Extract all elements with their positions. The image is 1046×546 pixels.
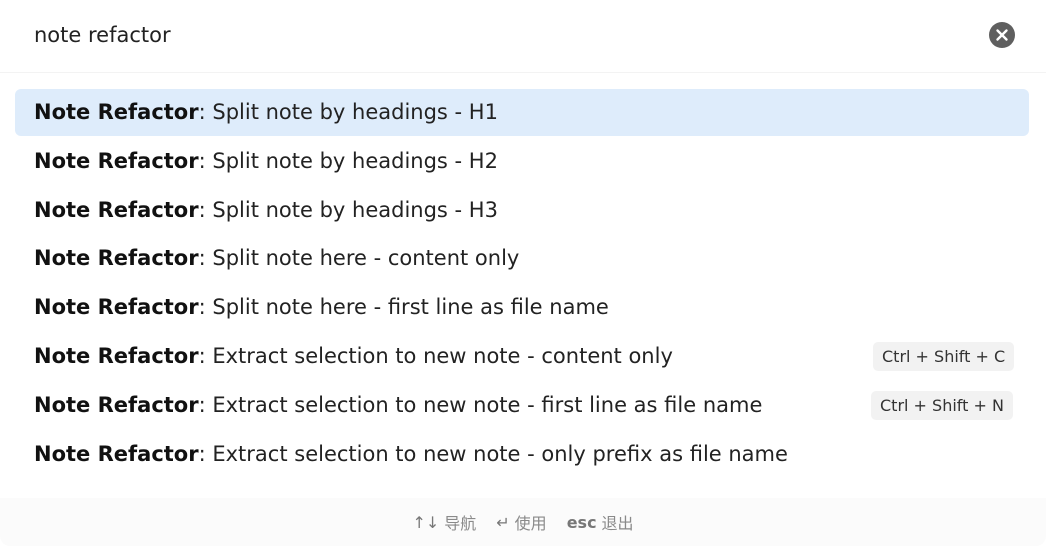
result-label: Extract selection to new note - content … — [212, 344, 673, 368]
result-separator: : — [198, 295, 213, 319]
result-separator: : — [198, 100, 213, 124]
result-separator: : — [198, 442, 213, 466]
result-separator: : — [198, 198, 213, 222]
result-text: Note Refactor: Split note by headings - … — [34, 138, 498, 185]
arrow-up-down-icon: ↑↓ — [412, 512, 440, 532]
result-text: Note Refactor: Extract selection to new … — [34, 382, 762, 429]
command-palette: Note Refactor: Split note by headings - … — [0, 0, 1046, 546]
result-separator: : — [198, 149, 213, 173]
result-prefix: Note Refactor — [34, 198, 199, 222]
result-separator: : — [198, 246, 213, 270]
result-prefix: Note Refactor — [34, 393, 199, 417]
hotkey-badge: Ctrl + Shift + N — [871, 391, 1013, 420]
result-prefix: Note Refactor — [34, 149, 199, 173]
close-icon — [996, 29, 1008, 41]
result-prefix: Note Refactor — [34, 295, 199, 319]
esc-key: esc — [566, 512, 597, 532]
use-hint: ↵ 使用 — [496, 510, 546, 534]
result-label: Split note by headings - H2 — [212, 149, 498, 173]
result-text: Note Refactor: Split note here - content… — [34, 235, 519, 282]
result-label: Extract selection to new note - only pre… — [212, 442, 788, 466]
search-divider — [0, 72, 1046, 73]
result-prefix: Note Refactor — [34, 442, 199, 466]
clear-search-button[interactable] — [989, 22, 1015, 48]
result-item[interactable]: Note Refactor: Split note here - content… — [15, 235, 1029, 282]
navigate-hint: ↑↓ 导航 — [412, 510, 476, 534]
result-text: Note Refactor: Split note by headings - … — [34, 89, 498, 136]
result-text: Note Refactor: Split note here - first l… — [34, 284, 609, 331]
result-label: Extract selection to new note - first li… — [212, 393, 763, 417]
enter-icon: ↵ — [496, 512, 510, 532]
result-separator: : — [198, 393, 213, 417]
result-item[interactable]: Note Refactor: Split note by headings - … — [15, 138, 1029, 185]
esc-label: 退出 — [601, 514, 634, 533]
search-bar — [0, 0, 1046, 70]
result-label: Split note by headings - H3 — [212, 198, 498, 222]
result-text: Note Refactor: Split note by headings - … — [34, 187, 498, 234]
result-text: Note Refactor: Extract selection to new … — [34, 431, 788, 478]
results-list: Note Refactor: Split note by headings - … — [15, 89, 1029, 481]
result-prefix: Note Refactor — [34, 100, 199, 124]
esc-hint: esc 退出 — [567, 510, 634, 534]
footer-hints: ↑↓ 导航 ↵ 使用 esc 退出 — [0, 498, 1046, 546]
navigate-label: 导航 — [444, 514, 477, 533]
result-label: Split note here - content only — [212, 246, 520, 270]
result-item[interactable]: Note Refactor: Extract selection to new … — [15, 382, 1029, 429]
result-item[interactable]: Note Refactor: Extract selection to new … — [15, 431, 1029, 478]
search-input[interactable] — [22, 14, 962, 56]
result-text: Note Refactor: Extract selection to new … — [34, 333, 673, 380]
use-label: 使用 — [514, 514, 547, 533]
result-label: Split note by headings - H1 — [212, 100, 498, 124]
result-item[interactable]: Note Refactor: Split note by headings - … — [15, 187, 1029, 234]
result-item[interactable]: Note Refactor: Extract selection to new … — [15, 333, 1029, 380]
result-item[interactable]: Note Refactor: Split note here - first l… — [15, 284, 1029, 331]
result-separator: : — [198, 344, 213, 368]
result-prefix: Note Refactor — [34, 344, 199, 368]
result-item-selected[interactable]: Note Refactor: Split note by headings - … — [15, 89, 1029, 136]
result-label: Split note here - first line as file nam… — [212, 295, 609, 319]
result-prefix: Note Refactor — [34, 246, 199, 270]
footer-hints-row: ↑↓ 导航 ↵ 使用 esc 退出 — [0, 498, 1046, 546]
hotkey-badge: Ctrl + Shift + C — [873, 342, 1015, 371]
